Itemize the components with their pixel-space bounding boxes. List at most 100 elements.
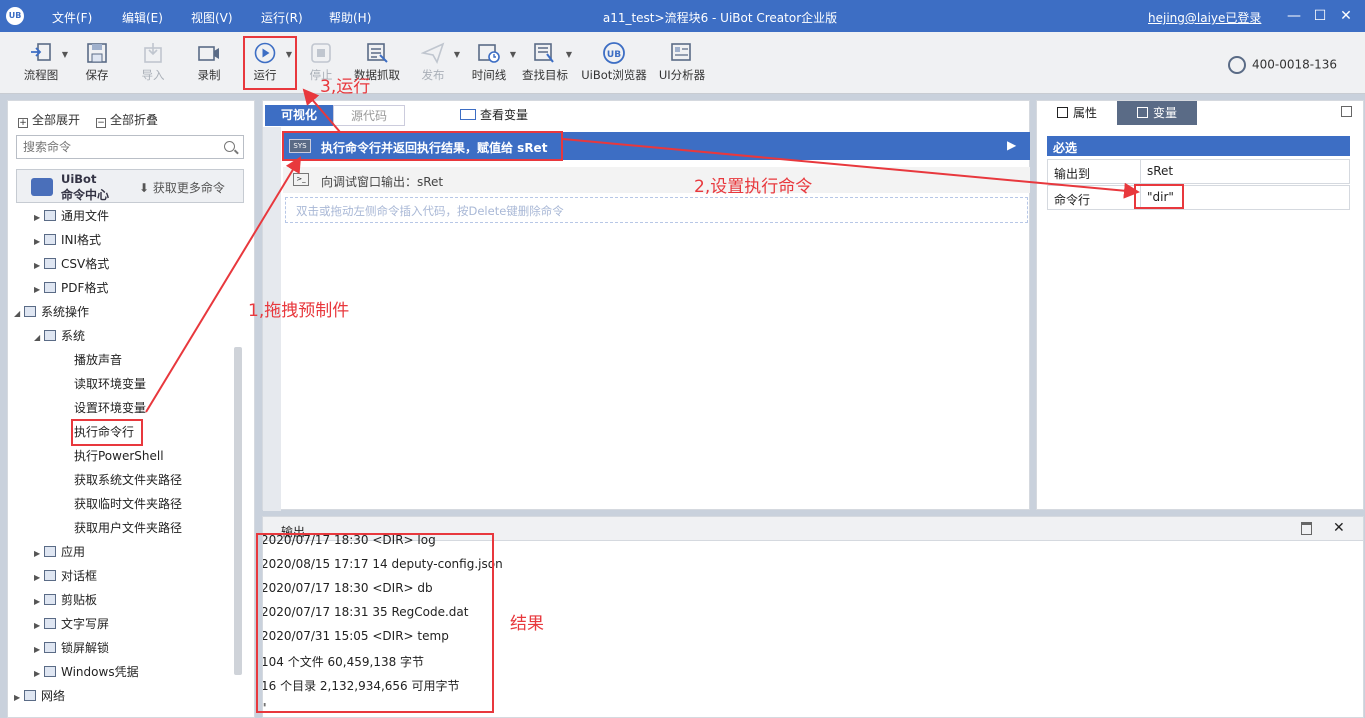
tree-arrow-icon[interactable]: ▶ (34, 597, 44, 606)
tree-item[interactable]: ▶ CSV格式 (34, 255, 109, 272)
tree-arrow-icon[interactable]: ◢ (14, 309, 24, 318)
expand-all-button[interactable]: + 全部展开 (18, 111, 80, 128)
tree-item[interactable]: ▶ 剪贴板 (34, 591, 97, 608)
command-center-icon (31, 178, 53, 196)
prop-label-output: 输出到 (1054, 167, 1091, 181)
find-target-dropdown-icon[interactable]: ▼ (566, 50, 572, 59)
tree-item[interactable]: ▶ 网络 (14, 687, 65, 704)
record-button[interactable]: 录制 (184, 40, 234, 83)
cmd-center-label: 命令中心 (61, 188, 110, 202)
folder-icon (44, 282, 56, 293)
tree-item[interactable]: ▶ 应用 (34, 543, 85, 560)
flowchart-dropdown-icon[interactable]: ▼ (62, 50, 68, 59)
collapse-all-button[interactable]: − 全部折叠 (96, 111, 158, 128)
tree-arrow-icon[interactable]: ▶ (34, 285, 44, 294)
tree-item[interactable]: ▶ PDF格式 (34, 279, 108, 296)
folder-icon (44, 666, 56, 677)
timeline-button[interactable]: 时间线 ▼ (464, 40, 516, 83)
tree-arrow-icon[interactable]: ▶ (34, 573, 44, 582)
menu-file[interactable]: 文件(F) (52, 9, 92, 26)
stop-icon (311, 43, 331, 63)
title-bar: UB 文件(F) 编辑(E) 视图(V) 运行(R) 帮助(H) a11_tes… (0, 0, 1365, 32)
save-button[interactable]: 保存 (72, 40, 122, 83)
tree-item[interactable]: ▶ INI格式 (34, 231, 101, 248)
flowchart-button[interactable]: 流程图 ▼ (16, 40, 68, 83)
run-block-icon[interactable]: ▶ (1007, 138, 1016, 152)
tree-arrow-icon[interactable]: ▶ (14, 693, 24, 702)
folder-icon (24, 306, 36, 317)
tree-item-label: 获取临时文件夹路径 (74, 497, 183, 511)
search-icon[interactable] (224, 141, 235, 152)
tree-item[interactable]: ▶ Windows凭据 (34, 663, 139, 680)
timeline-dropdown-icon[interactable]: ▼ (510, 50, 516, 59)
uibot-browser-button[interactable]: UB UiBot浏览器 (576, 40, 652, 83)
folder-icon (44, 594, 56, 605)
tree-item[interactable]: ▶ 文字写屏 (34, 615, 109, 632)
tree-item-label: Windows凭据 (61, 665, 139, 679)
user-login-link[interactable]: hejing@laiye已登录 (1148, 9, 1261, 26)
tree-arrow-icon[interactable]: ▶ (34, 669, 44, 678)
tree-arrow-icon[interactable]: ◢ (34, 333, 44, 342)
publish-dropdown-icon[interactable]: ▼ (454, 50, 460, 59)
menu-run[interactable]: 运行(R) (261, 9, 303, 26)
record-icon (198, 46, 219, 61)
variables-icon (1136, 107, 1148, 118)
get-more-commands[interactable]: ⬇ 获取更多命令 (139, 179, 225, 196)
tree-arrow-icon[interactable]: ▶ (34, 237, 44, 246)
tab-visual[interactable]: 可视化 (265, 105, 333, 126)
close-window-icon[interactable]: ✕ (1336, 6, 1356, 26)
tree-item[interactable]: 执行PowerShell (74, 447, 164, 464)
publish-button[interactable]: 发布 ▼ (408, 40, 460, 83)
highlight-exec-cmdline (71, 419, 143, 446)
close-icon[interactable]: ✕ (1333, 520, 1345, 536)
tree-scrollbar[interactable] (234, 347, 242, 675)
tree-item-label: CSV格式 (61, 257, 110, 271)
tree-item[interactable]: 读取环境变量 (74, 375, 146, 392)
tree-item[interactable]: ◢ 系统 (34, 327, 85, 344)
menu-help[interactable]: 帮助(H) (329, 9, 371, 26)
tab-source-code[interactable]: 源代码 (333, 105, 405, 126)
trash-icon[interactable] (1301, 522, 1312, 535)
ui-analyzer-button[interactable]: UI分析器 (654, 40, 710, 83)
prop-value-output[interactable]: sRet (1140, 160, 1350, 183)
data-scrape-icon (367, 43, 388, 63)
maximize-icon[interactable]: ☐ (1310, 6, 1330, 26)
command-block-trace[interactable]: >_ 向调试窗口输出：sRet (283, 167, 1030, 193)
get-more-label: 获取更多命令 (152, 181, 225, 195)
view-variables-button[interactable]: 查看变量 (449, 105, 539, 126)
menu-edit[interactable]: 编辑(E) (122, 9, 163, 26)
tree-item[interactable]: ▶ 对话框 (34, 567, 97, 584)
tree-item[interactable]: ▶ 通用文件 (34, 207, 109, 224)
folder-icon (24, 690, 36, 701)
flowchart-label: 流程图 (23, 68, 59, 82)
tree-item[interactable]: ▶ 锁屏解锁 (34, 639, 109, 656)
tree-item[interactable]: 播放声音 (74, 351, 122, 368)
tab-variables[interactable]: 变量 (1117, 101, 1197, 125)
command-center-button[interactable]: UiBot 命令中心 ⬇ 获取更多命令 (16, 169, 244, 203)
minimize-icon[interactable]: — (1284, 6, 1304, 26)
command-drop-zone[interactable]: 双击或拖动左侧命令插入代码，按Delete键删除命令 (285, 197, 1028, 223)
tree-item[interactable]: 获取系统文件夹路径 (74, 471, 182, 488)
folder-icon (44, 642, 56, 653)
tab-properties[interactable]: 属性 (1037, 101, 1117, 125)
tree-item-label: 通用文件 (61, 209, 110, 223)
tree-item[interactable]: 设置环境变量 (74, 399, 146, 416)
tree-item-label: 应用 (61, 545, 86, 559)
publish-label: 发布 (421, 68, 445, 82)
find-target-button[interactable]: 查找目标 ▼ (520, 40, 572, 83)
menu-view[interactable]: 视图(V) (191, 9, 233, 26)
tree-arrow-icon[interactable]: ▶ (34, 621, 44, 630)
tree-item[interactable]: 获取临时文件夹路径 (74, 495, 182, 512)
tree-item[interactable]: ◢ 系统操作 (14, 303, 89, 320)
tree-item[interactable]: 获取用户文件夹路径 (74, 519, 182, 536)
tree-arrow-icon[interactable]: ▶ (34, 645, 44, 654)
tree-item-label: INI格式 (61, 233, 102, 247)
tree-arrow-icon[interactable]: ▶ (34, 261, 44, 270)
find-target-label: 查找目标 (522, 68, 568, 82)
import-button[interactable]: 导入 (128, 40, 178, 83)
expand-panel-icon[interactable] (1341, 106, 1352, 117)
tree-arrow-icon[interactable]: ▶ (34, 213, 44, 222)
tree-arrow-icon[interactable]: ▶ (34, 549, 44, 558)
search-commands-input[interactable] (16, 135, 244, 159)
svg-text:UB: UB (607, 50, 621, 60)
